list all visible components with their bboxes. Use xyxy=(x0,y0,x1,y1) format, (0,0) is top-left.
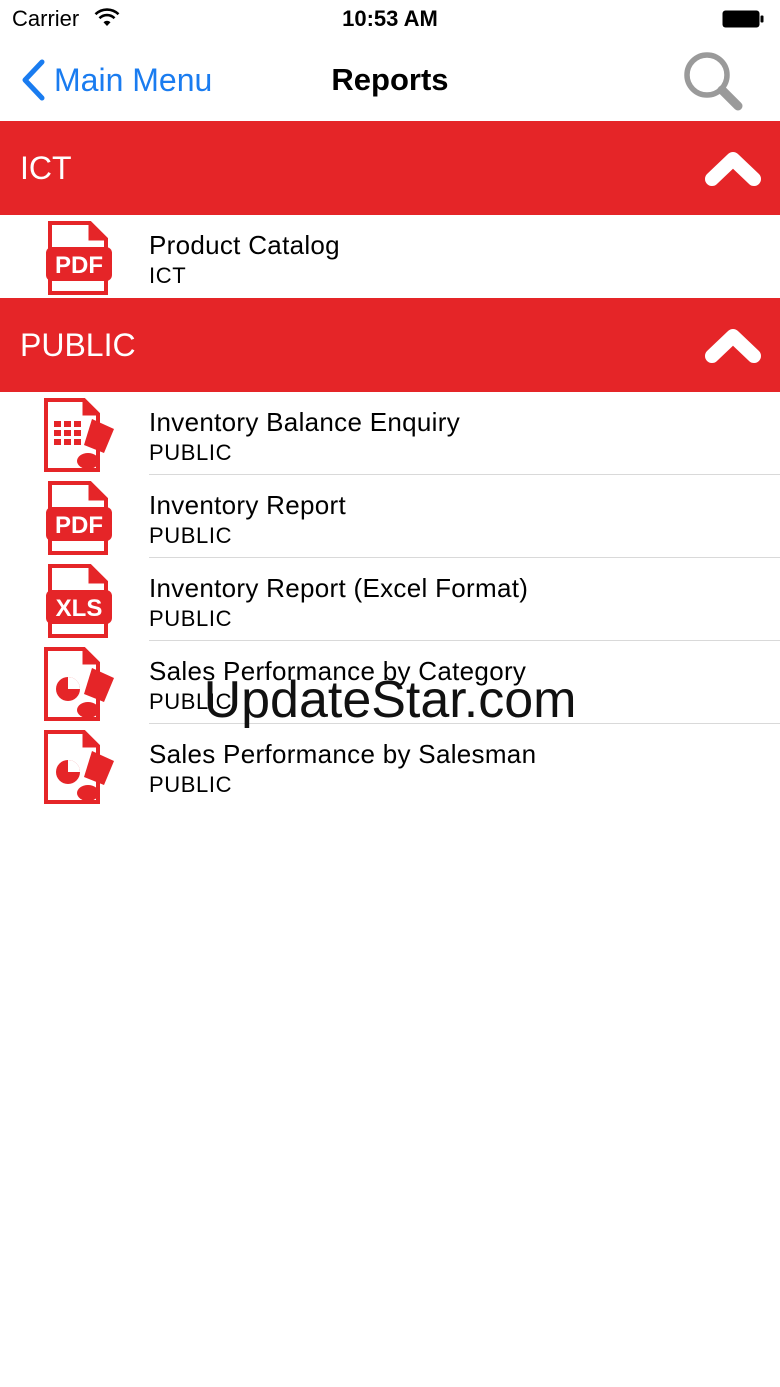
pdf-label: PDF xyxy=(55,252,103,279)
section-title: PUBLIC xyxy=(20,326,136,363)
pdf-icon: PDF xyxy=(46,221,112,295)
status-time: 10:53 AM xyxy=(342,6,438,31)
list-item[interactable]: XLS Inventory Report (Excel Format) PUBL… xyxy=(0,558,780,641)
item-title: Inventory Report (Excel Format) xyxy=(149,573,529,603)
xls-icon: XLS xyxy=(46,564,112,638)
list-item[interactable]: Sales Performance by Category PUBLIC xyxy=(0,641,780,724)
chevron-up-icon[interactable] xyxy=(704,149,762,189)
section-title: ICT xyxy=(20,149,72,186)
pie-chart-report-icon xyxy=(44,730,114,804)
item-subtitle: PUBLIC xyxy=(149,606,233,631)
item-subtitle: PUBLIC xyxy=(149,689,233,714)
item-title: Sales Performance by Salesman xyxy=(149,739,537,769)
battery-icon xyxy=(722,10,764,28)
status-bar: Carrier 10:53 AM xyxy=(0,0,780,40)
item-title: Product Catalog xyxy=(149,230,340,260)
item-title: Inventory Report xyxy=(149,490,347,520)
chevron-up-icon[interactable] xyxy=(704,326,762,366)
xls-label: XLS xyxy=(56,595,103,622)
item-subtitle: ICT xyxy=(149,263,187,288)
item-subtitle: PUBLIC xyxy=(149,523,233,548)
pie-chart-report-icon xyxy=(44,647,114,721)
navigation-bar: Main Menu Reports xyxy=(0,40,780,121)
search-icon[interactable] xyxy=(680,48,746,114)
pdf-label: PDF xyxy=(55,512,103,539)
item-title: Inventory Balance Enquiry xyxy=(149,407,461,437)
section-header-ict[interactable]: ICT xyxy=(0,121,780,215)
page-title: Reports xyxy=(331,62,449,97)
list-item[interactable]: Sales Performance by Salesman PUBLIC xyxy=(0,724,780,807)
list-item[interactable]: Inventory Balance Enquiry PUBLIC xyxy=(0,392,780,475)
section-header-public[interactable]: PUBLIC xyxy=(0,298,780,392)
item-subtitle: PUBLIC xyxy=(149,772,233,797)
pdf-icon: PDF xyxy=(46,481,112,555)
list-item[interactable]: PDF Inventory Report PUBLIC xyxy=(0,475,780,558)
spreadsheet-icon xyxy=(44,398,114,472)
item-subtitle: PUBLIC xyxy=(149,440,233,465)
list-item[interactable]: PDF Product Catalog ICT xyxy=(0,215,780,298)
item-title: Sales Performance by Category xyxy=(149,656,527,686)
